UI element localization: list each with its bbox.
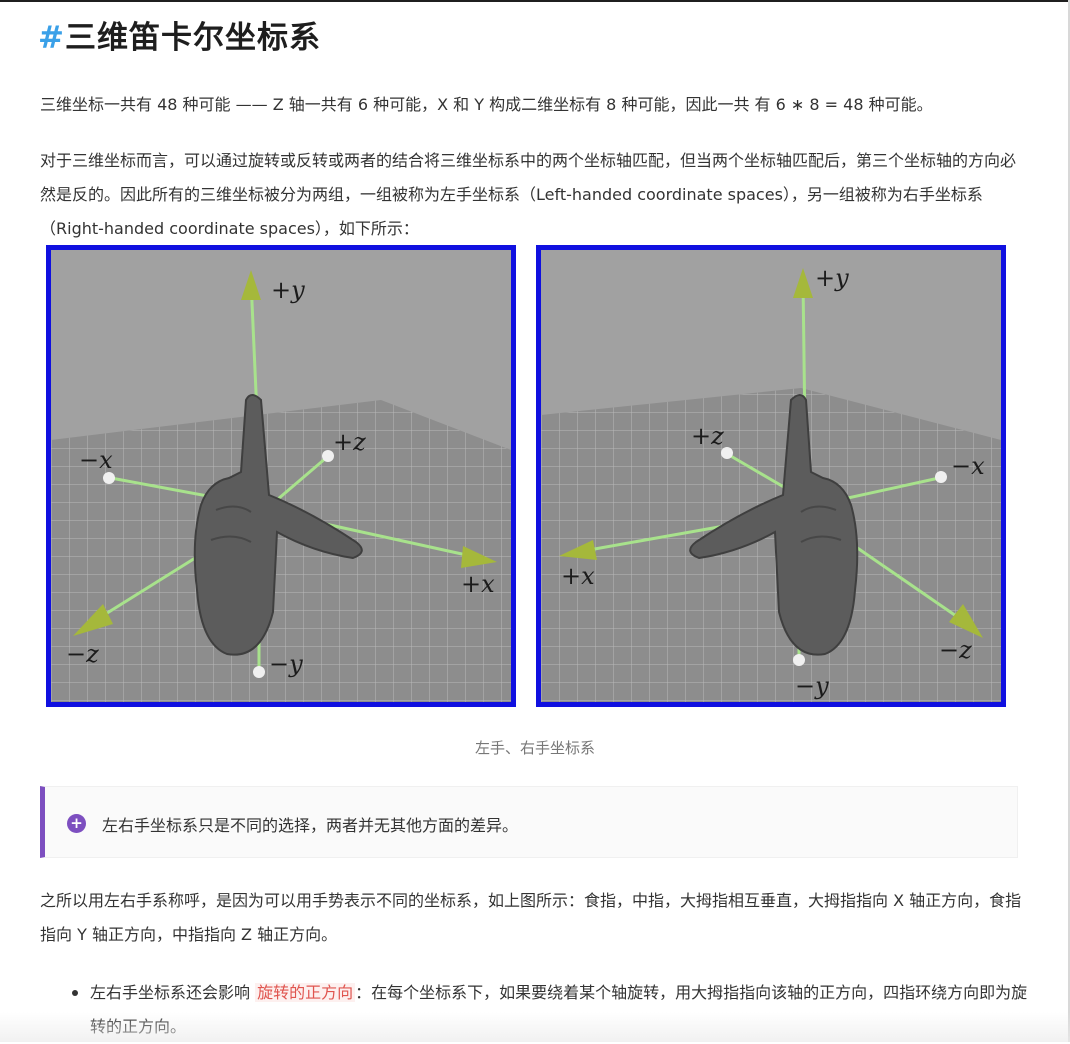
top-border xyxy=(0,0,1070,2)
paragraph-gesture: 之所以用左右手系称呼，是因为可以用手势表示不同的坐标系，如上图所示：食指，中指，… xyxy=(40,891,1022,944)
left-label-minus-x: −x xyxy=(79,446,113,474)
left-label-minus-z: −z xyxy=(66,640,99,668)
paragraph-handedness: 对于三维坐标而言，可以通过旋转或反转或两者的结合将三维坐标系中的两个坐标轴匹配，… xyxy=(40,151,1017,238)
left-label-plus-z: +z xyxy=(333,428,366,456)
page-title: #三维笛卡尔坐标系 xyxy=(38,12,321,57)
right-label-plus-z: +z xyxy=(691,422,724,450)
paragraph-intro: 三维坐标一共有 48 种可能 —— Z 轴一共有 6 种可能，X 和 Y 构成二… xyxy=(40,95,933,114)
plus-circle-icon: + xyxy=(67,814,86,833)
left-label-plus-y: +y xyxy=(271,276,305,304)
highlight-rotation-direction: 旋转的正方向 xyxy=(255,983,356,1002)
bottom-fade xyxy=(0,1012,1070,1042)
coordinate-figure: +y −x +z +x −z −y +y +z −x +x −z −y xyxy=(46,245,1016,715)
right-label-plus-x: +x xyxy=(561,562,595,590)
left-hand-panel: +y −x +z +x −z −y xyxy=(46,245,516,707)
note-callout: + 左右手坐标系只是不同的选择，两者并无其他方面的差异。 xyxy=(40,786,1018,858)
bullet-text-before: 左右手坐标系还会影响 xyxy=(90,983,256,1002)
left-label-minus-y: −y xyxy=(269,650,303,678)
left-label-plus-x: +x xyxy=(461,570,495,598)
heading-text: 三维笛卡尔坐标系 xyxy=(64,20,321,56)
figure-caption: 左手、右手坐标系 xyxy=(474,739,595,757)
right-hand-panel: +y +z −x +x −z −y xyxy=(536,245,1006,707)
note-text: 左右手坐标系只是不同的选择，两者并无其他方面的差异。 xyxy=(102,816,519,835)
heading-anchor[interactable]: # xyxy=(38,20,65,56)
right-label-minus-x: −x xyxy=(951,452,985,480)
left-hand-illustration: +y −x +z +x −z −y xyxy=(51,250,511,702)
right-label-minus-y: −y xyxy=(795,672,829,700)
right-label-minus-z: −z xyxy=(939,636,972,664)
right-hand-illustration: +y +z −x +x −z −y xyxy=(541,250,1001,702)
right-label-plus-y: +y xyxy=(815,264,849,292)
